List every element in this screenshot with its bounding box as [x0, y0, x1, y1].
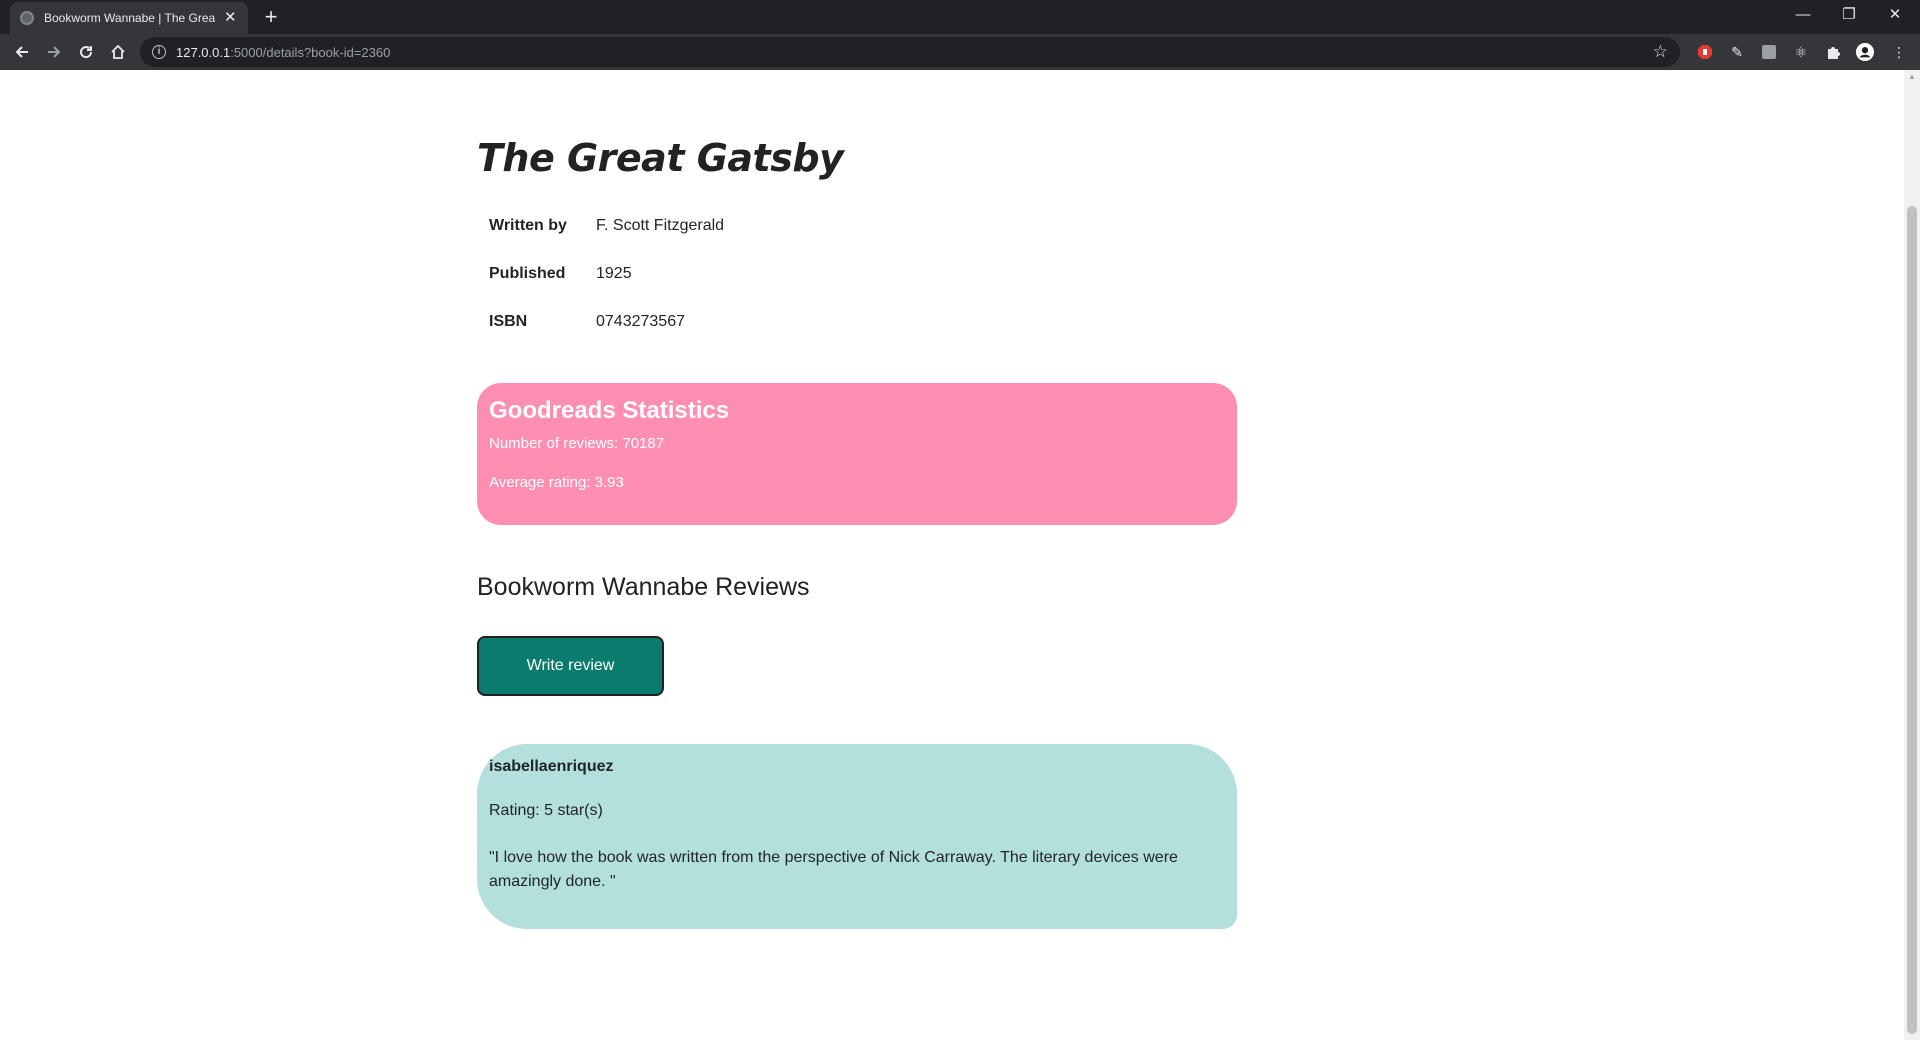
restore-button[interactable]: ❐ — [1826, 0, 1872, 30]
book-title: The Great Gatsby — [477, 136, 844, 180]
detail-value: F. Scott Fitzgerald — [596, 217, 725, 234]
scrollbar-thumb[interactable] — [1907, 206, 1917, 1034]
close-window-button[interactable]: ✕ — [1872, 0, 1918, 30]
info-icon[interactable]: i — [152, 45, 166, 59]
address-bar[interactable]: i 127.0.0.1 :5000/details?book-id=2360 ☆ — [140, 37, 1680, 67]
review-card: isabellaenriquez Rating: 5 star(s) "I lo… — [477, 744, 1237, 929]
review-count: Number of reviews: 70187 — [489, 435, 665, 452]
review-rating: Rating: 5 star(s) — [489, 802, 603, 819]
detail-value: 0743273567 — [596, 313, 685, 330]
url-path: :5000/details?book-id=2360 — [230, 44, 391, 60]
browser-tab[interactable]: Bookworm Wannabe | The Great ✕ — [10, 2, 248, 34]
write-review-button[interactable]: Write review — [477, 636, 664, 696]
book-details-table: Written by F. Scott Fitzgerald Published… — [477, 202, 736, 346]
detail-row-published: Published 1925 — [477, 250, 736, 298]
tab-title: Bookworm Wannabe | The Great — [44, 11, 215, 25]
url-host: 127.0.0.1 — [176, 44, 231, 60]
stats-heading: Goodreads Statistics — [489, 397, 730, 424]
detail-label: Published — [489, 265, 566, 282]
extensions-puzzle-icon[interactable] — [1824, 43, 1842, 61]
extension-icon[interactable]: ✎ — [1728, 43, 1746, 61]
react-devtools-icon[interactable]: ⚛ — [1792, 43, 1810, 61]
browser-toolbar: i 127.0.0.1 :5000/details?book-id=2360 ☆… — [0, 34, 1920, 70]
new-tab-button[interactable]: + — [258, 4, 284, 30]
goodreads-stats-card: Goodreads Statistics Number of reviews: … — [477, 383, 1237, 525]
profile-avatar[interactable] — [1856, 43, 1874, 61]
review-username: isabellaenriquez — [489, 758, 614, 775]
home-button[interactable] — [104, 38, 132, 66]
review-text: "I love how the book was written from th… — [489, 849, 1178, 890]
forward-button[interactable] — [40, 38, 68, 66]
detail-label: ISBN — [489, 313, 528, 330]
scroll-up-arrow-icon[interactable]: ▲ — [1904, 72, 1920, 84]
detail-value: 1925 — [596, 265, 632, 282]
detail-row-author: Written by F. Scott Fitzgerald — [477, 202, 736, 250]
bookmark-star-icon[interactable]: ☆ — [1653, 42, 1668, 62]
detail-row-isbn: ISBN 0743273567 — [477, 298, 736, 346]
reviews-heading: Bookworm Wannabe Reviews — [477, 573, 810, 601]
tab-strip: Bookworm Wannabe | The Great ✕ + — ❐ ✕ — [0, 0, 1920, 34]
home-icon — [111, 44, 125, 59]
forward-arrow-icon — [48, 46, 61, 58]
extension-square-icon[interactable] — [1760, 43, 1778, 61]
browser-menu-icon[interactable]: ⋮ — [1890, 43, 1908, 61]
back-button[interactable] — [8, 38, 36, 66]
detail-label: Written by — [489, 217, 567, 234]
back-arrow-icon — [15, 46, 28, 58]
reload-button[interactable] — [72, 38, 100, 66]
globe-icon — [20, 11, 34, 25]
page-viewport: The Great Gatsby Written by F. Scott Fit… — [0, 70, 1904, 1040]
minimize-button[interactable]: — — [1780, 0, 1826, 30]
average-rating: Average rating: 3.93 — [489, 474, 624, 491]
close-tab-icon[interactable]: ✕ — [223, 10, 239, 26]
page-scrollbar[interactable]: ▲ — [1904, 70, 1920, 1040]
reload-icon — [80, 46, 93, 59]
adblock-extension-icon[interactable] — [1696, 43, 1714, 61]
